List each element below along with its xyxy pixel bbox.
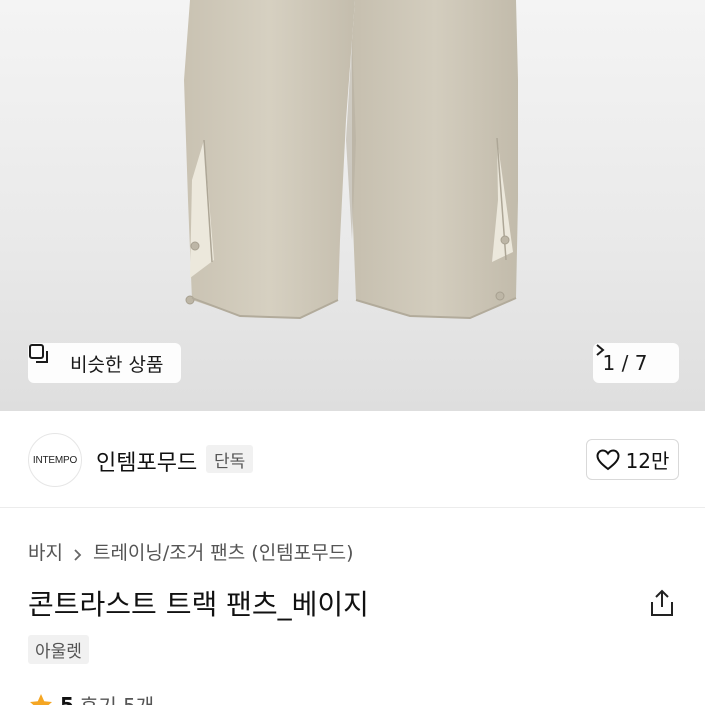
share-icon[interactable] bbox=[648, 588, 676, 618]
like-count: 12만 bbox=[625, 449, 670, 473]
similar-products-button[interactable]: 비슷한 상품 bbox=[28, 343, 181, 383]
rating-score: 5 bbox=[60, 692, 74, 705]
brand-logo-text: INTEMPO bbox=[32, 454, 78, 466]
chevron-right-icon bbox=[73, 545, 83, 561]
image-pager[interactable]: 1 / 7 bbox=[593, 343, 679, 383]
chevron-right-icon bbox=[596, 344, 669, 370]
brand-logo[interactable]: INTEMPO bbox=[28, 433, 82, 487]
like-button[interactable]: 12만 bbox=[586, 439, 679, 480]
pager-text: 1 / 7 bbox=[602, 351, 648, 375]
brand-name[interactable]: 인템포무드 bbox=[96, 445, 197, 477]
similar-products-icon bbox=[29, 344, 62, 374]
breadcrumb-item-pants[interactable]: 바지 bbox=[28, 538, 63, 565]
exclusive-badge: 단독 bbox=[206, 445, 254, 473]
brand-row: INTEMPO 인템포무드 단독 12만 bbox=[0, 411, 705, 507]
breadcrumb: 바지 트레이닝/조거 팬츠 (인템포무드) bbox=[28, 538, 354, 565]
breadcrumb-item-training[interactable]: 트레이닝/조거 팬츠 (인템포무드) bbox=[93, 538, 354, 565]
outlet-tag: 아울렛 bbox=[28, 635, 89, 664]
product-image[interactable]: 비슷한 상품 1 / 7 bbox=[0, 0, 705, 411]
similar-products-label: 비슷한 상품 bbox=[70, 353, 164, 376]
heart-icon bbox=[596, 448, 620, 471]
divider bbox=[0, 507, 705, 508]
review-count[interactable]: 후기 5개 bbox=[80, 690, 154, 705]
rating-row[interactable]: 5 후기 5개 bbox=[28, 690, 154, 705]
product-title: 콘트라스트 트랙 팬츠_베이지 bbox=[28, 588, 369, 621]
star-icon bbox=[28, 692, 54, 705]
